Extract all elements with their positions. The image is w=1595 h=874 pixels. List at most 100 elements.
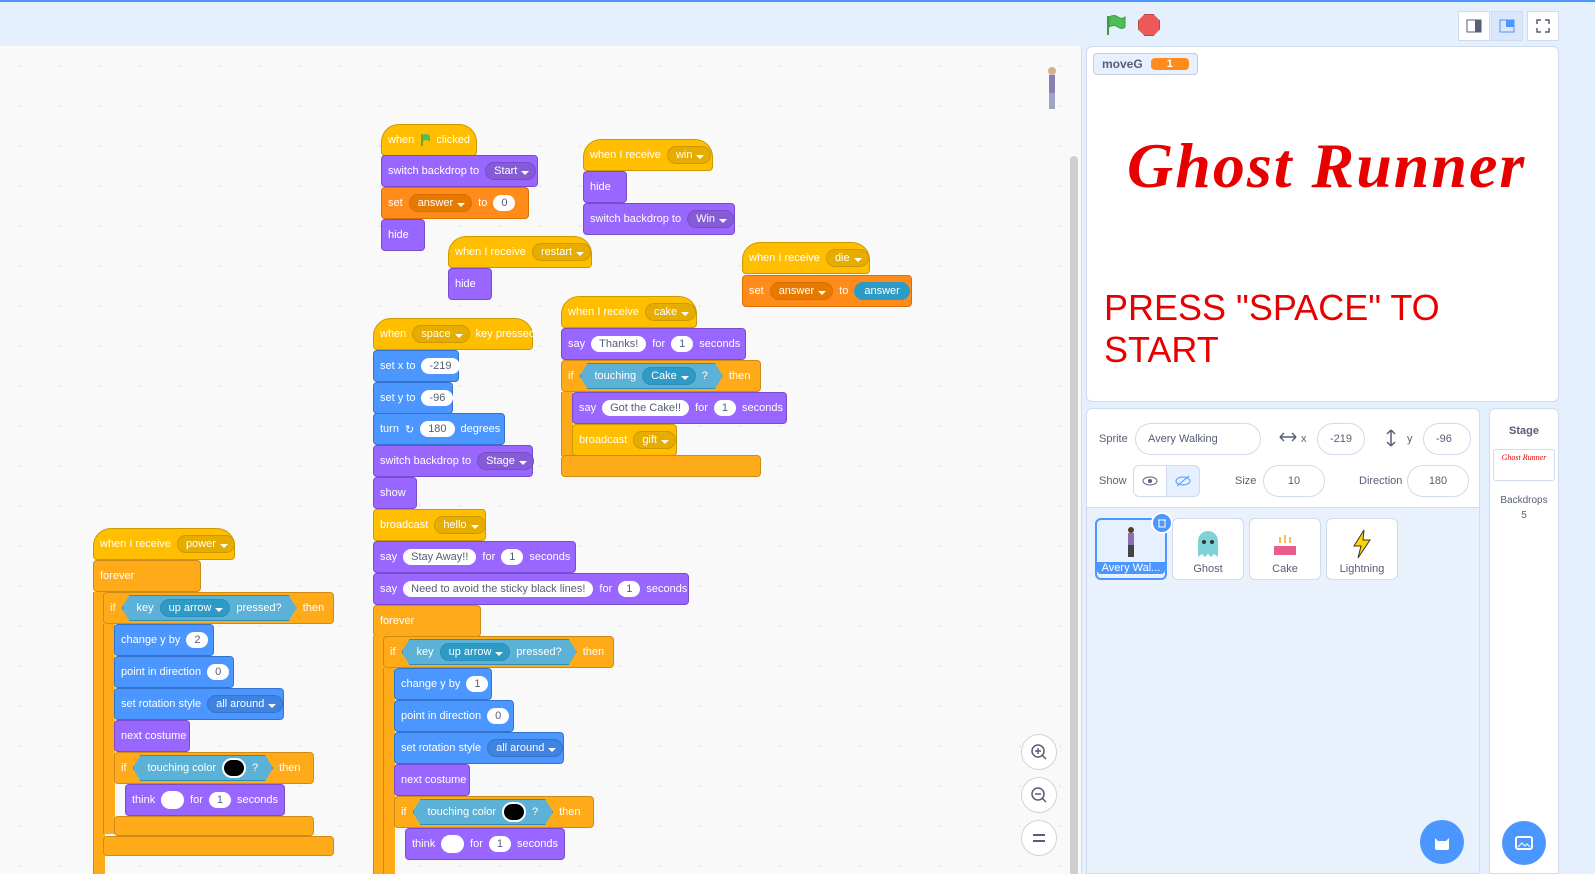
x-field[interactable]: -219	[1317, 423, 1365, 455]
seconds-input[interactable]: 1	[671, 336, 694, 352]
touching-color-sensor[interactable]: touching color?	[413, 799, 554, 825]
direction-input[interactable]: 0	[207, 664, 230, 680]
seconds-input[interactable]: 1	[488, 836, 512, 852]
forever-block[interactable]: forever	[93, 560, 201, 592]
rotation-style-block[interactable]: set rotation style all around	[394, 732, 564, 764]
when-i-receive-block[interactable]: when I receive power	[93, 515, 235, 560]
direction-input[interactable]: 0	[487, 708, 510, 724]
y-input[interactable]: -96	[421, 390, 454, 406]
say-for-block[interactable]: say Thanks! for 1 seconds	[561, 328, 746, 360]
stage-target-pane[interactable]: Stage Ghost Runner Backdrops 5	[1489, 408, 1559, 874]
rotation-dropdown[interactable]: all around	[207, 695, 284, 713]
when-i-receive-block[interactable]: when I receive cake	[561, 283, 697, 328]
add-backdrop-button[interactable]	[1502, 821, 1546, 865]
say-for-block[interactable]: say Stay Away!! for 1 seconds	[373, 541, 576, 573]
if-then-block[interactable]: if touching Cake? then	[561, 360, 761, 392]
color-swatch[interactable]	[222, 758, 246, 778]
show-hidden-button[interactable]	[1166, 465, 1200, 497]
when-flag-clicked-block[interactable]: when clicked	[381, 111, 477, 156]
rotation-dropdown[interactable]: all around	[487, 739, 564, 757]
broadcast-block[interactable]: broadcast gift	[572, 424, 677, 456]
sprite-name-field[interactable]: Avery Walking	[1135, 423, 1261, 455]
message-dropdown[interactable]: restart	[531, 243, 592, 261]
message-dropdown[interactable]: gift	[633, 431, 676, 449]
if-then-block[interactable]: if key up arrow pressed? then	[103, 592, 334, 624]
say-for-block[interactable]: say Got the Cake!! for 1 seconds	[572, 392, 787, 424]
key-dropdown[interactable]: up arrow	[440, 643, 511, 661]
message-dropdown[interactable]: power	[176, 535, 235, 553]
when-i-receive-block[interactable]: when I receive restart	[448, 223, 592, 268]
rotation-style-block[interactable]: set rotation style all around	[114, 688, 284, 720]
value-input[interactable]: 0	[493, 195, 516, 211]
small-stage-button[interactable]	[1458, 11, 1490, 41]
message-dropdown[interactable]: win	[666, 146, 712, 164]
variable-dropdown[interactable]: answer	[408, 194, 473, 212]
degrees-input[interactable]: 180	[420, 421, 455, 437]
code-area[interactable]: when clicked switch backdrop to Start set a…	[0, 46, 1082, 874]
sprite-tile-ghost[interactable]: Ghost	[1172, 518, 1244, 580]
sprite-tile-lightning[interactable]: Lightning	[1326, 518, 1398, 580]
seconds-input[interactable]: 1	[208, 792, 232, 808]
say-text-input[interactable]: Got the Cake!!	[602, 400, 690, 416]
broadcast-block[interactable]: broadcast hello	[373, 509, 486, 541]
next-costume-block[interactable]: next costume	[114, 720, 190, 752]
answer-reporter[interactable]: answer	[854, 282, 910, 300]
seconds-input[interactable]: 1	[618, 581, 641, 597]
if-then-block[interactable]: if touching color? then	[394, 796, 594, 828]
key-dropdown[interactable]: space	[412, 325, 470, 343]
direction-field[interactable]: 180	[1407, 465, 1469, 497]
say-text-input[interactable]: Stay Away!!	[403, 549, 477, 565]
change-y-input[interactable]: 1	[466, 676, 489, 692]
touching-sensor[interactable]: touching Cake?	[580, 363, 723, 389]
zoom-reset-button[interactable]	[1021, 820, 1057, 856]
think-text-input[interactable]	[161, 791, 185, 809]
think-text-input[interactable]	[441, 835, 465, 853]
backdrop-dropdown[interactable]: Win	[687, 210, 735, 228]
green-flag-icon[interactable]	[1104, 14, 1126, 36]
set-variable-block[interactable]: set answer to answer	[742, 275, 912, 307]
message-dropdown[interactable]: die	[825, 249, 869, 267]
hide-block[interactable]: hide	[583, 171, 627, 203]
show-visible-button[interactable]	[1133, 465, 1167, 497]
sprite-tile-cake[interactable]: Cake	[1249, 518, 1321, 580]
change-y-block[interactable]: change y by 2	[114, 624, 214, 656]
stage-thumbnail[interactable]: Ghost Runner	[1493, 449, 1555, 481]
key-dropdown[interactable]: up arrow	[160, 599, 231, 617]
object-dropdown[interactable]: Cake	[642, 367, 696, 385]
backdrop-dropdown[interactable]: Stage	[477, 452, 534, 470]
think-for-block[interactable]: think for 1 seconds	[125, 784, 285, 816]
when-key-pressed-block[interactable]: when space key pressed	[373, 305, 535, 350]
zoom-in-button[interactable]	[1021, 734, 1057, 770]
set-y-block[interactable]: set y to -96	[373, 382, 454, 414]
backdrop-dropdown[interactable]: Start	[485, 162, 537, 180]
y-field[interactable]: -96	[1423, 423, 1471, 455]
think-for-block[interactable]: think for 1 seconds	[405, 828, 565, 860]
switch-backdrop-block[interactable]: switch backdrop to Start	[381, 155, 538, 187]
say-for-block[interactable]: say Need to avoid the sticky black lines!…	[373, 573, 689, 605]
message-dropdown[interactable]: hello	[434, 516, 486, 534]
when-i-receive-block[interactable]: when I receive win	[583, 126, 713, 171]
change-y-block[interactable]: change y by 1	[394, 668, 492, 700]
stop-icon[interactable]	[1138, 14, 1160, 36]
x-input[interactable]: -219	[421, 358, 460, 374]
size-field[interactable]: 10	[1263, 465, 1325, 497]
sprite-tile-avery[interactable]: Avery Wal...	[1095, 512, 1173, 580]
message-dropdown[interactable]: cake	[644, 303, 697, 321]
vertical-scrollbar[interactable]	[1070, 156, 1078, 874]
large-stage-button[interactable]	[1491, 11, 1523, 41]
point-direction-block[interactable]: point in direction 0	[394, 700, 514, 732]
stage-canvas[interactable]: moveG 1 Ghost Runner PRESS "SPACE" TO STA…	[1086, 46, 1559, 402]
color-swatch[interactable]	[502, 802, 526, 822]
touching-color-sensor[interactable]: touching color?	[133, 755, 274, 781]
key-pressed-sensor[interactable]: key up arrow pressed?	[122, 595, 297, 621]
seconds-input[interactable]: 1	[713, 400, 737, 416]
show-block[interactable]: show	[373, 477, 417, 509]
say-text-input[interactable]: Thanks!	[591, 336, 647, 352]
change-y-input[interactable]: 2	[186, 632, 209, 648]
variable-dropdown[interactable]: answer	[769, 282, 834, 300]
set-x-block[interactable]: set x to -219	[373, 350, 460, 382]
point-direction-block[interactable]: point in direction 0	[114, 656, 234, 688]
zoom-out-button[interactable]	[1021, 777, 1057, 813]
set-variable-block[interactable]: set answer to 0	[381, 187, 529, 219]
when-i-receive-block[interactable]: when I receive die	[742, 229, 870, 274]
